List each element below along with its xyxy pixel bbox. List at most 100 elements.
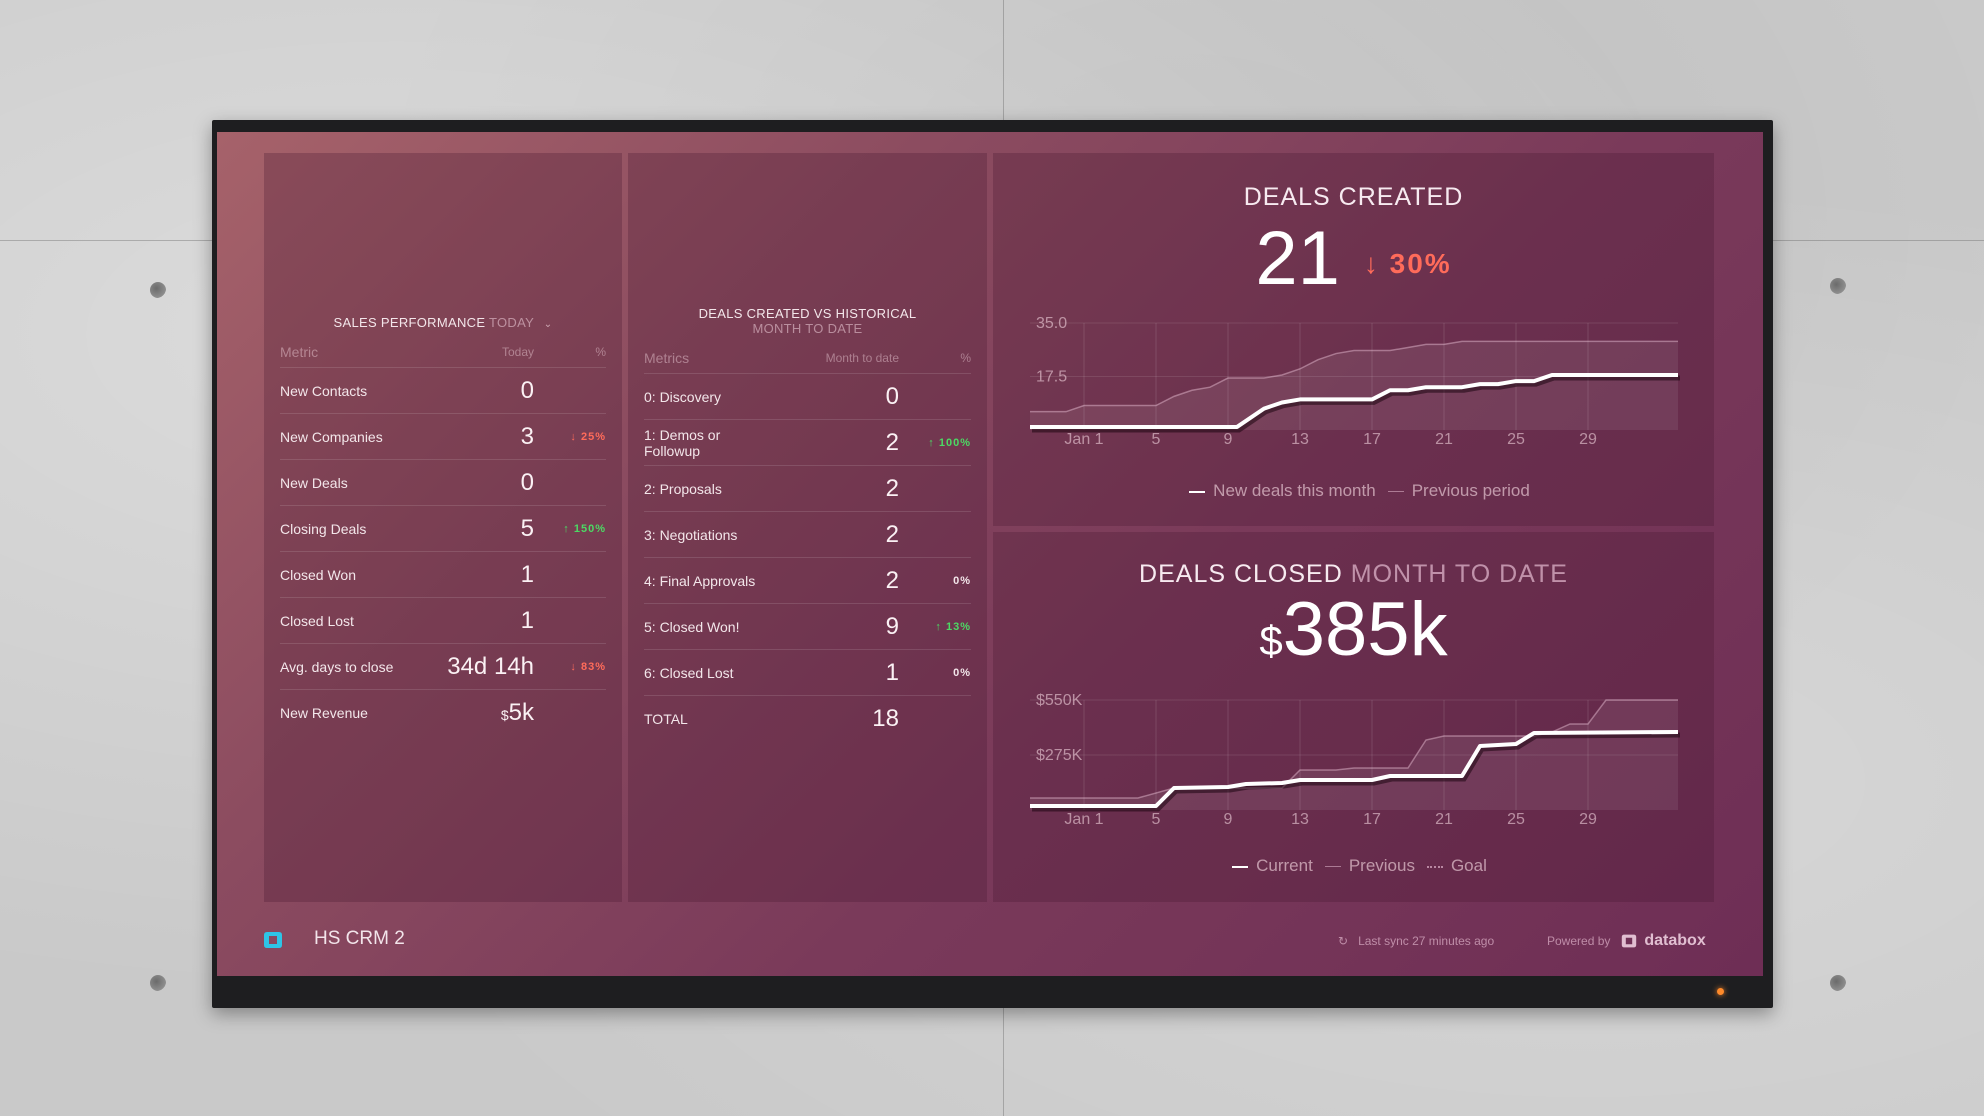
metric-value-text: 0	[885, 382, 899, 410]
metric-value: 18	[759, 705, 899, 733]
metric-name: New Revenue	[280, 704, 368, 721]
table-row[interactable]: Closing Deals 5 ↑ 150%	[280, 506, 606, 552]
table-row[interactable]: New Contacts 0	[280, 368, 606, 414]
table-row[interactable]: New Revenue $5k	[280, 690, 606, 735]
table-row[interactable]: 1: Demos or Followup 2 ↑ 100%	[644, 420, 971, 466]
metric-value-text: 18	[872, 704, 899, 732]
legend-item[interactable]: Previous	[1349, 856, 1415, 875]
period-selector[interactable]: TODAY	[489, 315, 534, 330]
metric-change: ↓ 25%	[570, 430, 606, 443]
sync-icon[interactable]: ↻	[1338, 934, 1348, 948]
metric-value-text: 0	[520, 468, 534, 496]
x-tick-label: 21	[1435, 431, 1453, 448]
column-header-metric: Metric	[280, 344, 319, 360]
wall-hole	[150, 975, 166, 991]
deals-created-chart[interactable]: Jan 1 5 9 13 17 21 25 29 17.5 35.0	[993, 153, 1714, 453]
wall-seam	[1003, 1008, 1004, 1116]
table-row[interactable]: New Deals 0	[280, 460, 606, 506]
table-row[interactable]: 4: Final Approvals 2 0%	[644, 558, 971, 604]
metric-change: 0%	[953, 666, 971, 679]
metric-value: 2	[759, 567, 899, 595]
metric-value: 34d 14h	[414, 653, 534, 681]
chevron-down-icon[interactable]: ⌄	[544, 319, 553, 330]
metric-name: 2: Proposals	[644, 480, 722, 497]
sales-performance-title[interactable]: SALES PERFORMANCE TODAY ⌄	[264, 315, 622, 330]
table-row[interactable]: 6: Closed Lost 1 0%	[644, 650, 971, 696]
metric-value: $5k	[414, 699, 534, 727]
databox-logo-icon	[1622, 934, 1637, 948]
metric-change: ↑ 13%	[935, 620, 971, 633]
x-tick-label: 13	[1291, 811, 1309, 828]
deals-created-panel: DEALS CREATED 21 ↓ 30% Jan 1 5 9 13 17 21 25 29 1…	[993, 153, 1714, 526]
metric-value-text: 9	[885, 612, 899, 640]
metric-value-text: 3	[520, 422, 534, 450]
table-row[interactable]: 5: Closed Won! 9 ↑ 13%	[644, 604, 971, 650]
legend-item[interactable]: Previous period	[1412, 481, 1530, 500]
x-tick-label: 21	[1435, 811, 1453, 828]
legend-item[interactable]: New deals this month	[1213, 481, 1376, 500]
powered-by[interactable]: Powered by databox	[1547, 932, 1706, 950]
previous-series-area	[1030, 341, 1678, 430]
hs-crm-logo-icon	[264, 932, 282, 948]
metric-name: Closed Lost	[280, 612, 354, 629]
table-row[interactable]: Avg. days to close 34d 14h ↓ 83%	[280, 644, 606, 690]
table-row[interactable]: Closed Lost 1	[280, 598, 606, 644]
metric-name: 0: Discovery	[644, 388, 722, 405]
metric-value: 1	[759, 659, 899, 687]
column-header-today: Today	[501, 345, 534, 359]
metric-name: Closing Deals	[280, 520, 367, 537]
metric-value: 9	[759, 613, 899, 641]
metric-change: 0%	[953, 574, 971, 587]
deals-closed-panel: DEALS CLOSED MONTH TO DATE $385k Jan 159…	[993, 532, 1714, 902]
x-tick-label: 5	[1152, 431, 1161, 448]
y-tick-label: 17.5	[1036, 369, 1067, 386]
legend-swatch-goal	[1426, 865, 1443, 868]
deals-created-legend: New deals this month Previous period	[993, 481, 1714, 501]
table-row[interactable]: New Companies 3 ↓ 25%	[280, 414, 606, 460]
metric-change: ↑ 150%	[563, 522, 606, 535]
databox-brand: databox	[1644, 932, 1706, 949]
legend-item[interactable]: Goal	[1451, 856, 1487, 875]
panel-title: SALES PERFORMANCE	[333, 315, 486, 330]
powered-by-text: Powered by	[1547, 934, 1611, 948]
metric-name: New Deals	[280, 474, 348, 491]
table-row[interactable]: 2: Proposals 2	[644, 466, 971, 512]
metric-name: 6: Closed Lost	[644, 664, 734, 681]
column-header-metrics: Metrics	[644, 350, 690, 366]
wall-hole	[1830, 975, 1846, 991]
x-tick-label: 29	[1579, 811, 1597, 828]
x-tick-label: Jan 1	[1064, 431, 1103, 448]
metric-name: 3: Negotiations	[644, 526, 738, 543]
legend-item[interactable]: Current	[1256, 856, 1313, 875]
metric-value: 1	[414, 607, 534, 635]
metric-value-text: 5	[520, 514, 534, 542]
table-header: Metrics Month to date %	[644, 343, 971, 374]
metric-value-text: 2	[885, 474, 899, 502]
column-header-month-to-date: Month to date	[825, 351, 899, 365]
metric-value: 2	[759, 429, 899, 457]
y-tick-label: $550K	[1036, 692, 1083, 709]
table-row[interactable]: TOTAL 18	[644, 696, 971, 741]
dashboard-screen: SALES PERFORMANCE TODAY ⌄ Metric Today %…	[217, 132, 1763, 976]
sales-performance-table: Metric Today % New Contacts 0 New Companie…	[280, 337, 606, 735]
currency-symbol: $	[500, 706, 509, 723]
table-row[interactable]: 3: Negotiations 2	[644, 512, 971, 558]
metric-value: 1	[414, 561, 534, 589]
deals-vs-historical-panel: DEALS CREATED VS HISTORICAL MONTH TO DAT…	[628, 153, 987, 902]
legend-swatch-previous	[1387, 491, 1404, 493]
deals-closed-chart[interactable]: Jan 1 5 9 13 17 21 25 29 $275K $550K	[993, 532, 1714, 832]
metric-name: New Companies	[280, 428, 383, 445]
last-sync: ↻ Last sync 27 minutes ago	[1338, 934, 1494, 948]
power-led	[1717, 988, 1724, 995]
metric-value: 5	[414, 515, 534, 543]
metric-change: ↓ 83%	[570, 660, 606, 673]
legend-swatch-new-deals	[1189, 490, 1206, 493]
panel-title: DEALS CREATED VS HISTORICAL	[698, 306, 917, 321]
last-sync-text: Last sync 27 minutes ago	[1358, 934, 1495, 948]
table-row[interactable]: Closed Won 1	[280, 552, 606, 598]
dashboard-name[interactable]: HS CRM 2	[314, 928, 405, 950]
x-tick-label: 25	[1507, 811, 1525, 828]
column-header-pct: %	[960, 351, 971, 365]
table-row[interactable]: 0: Discovery 0	[644, 374, 971, 420]
panel-period: MONTH TO DATE	[752, 321, 863, 336]
